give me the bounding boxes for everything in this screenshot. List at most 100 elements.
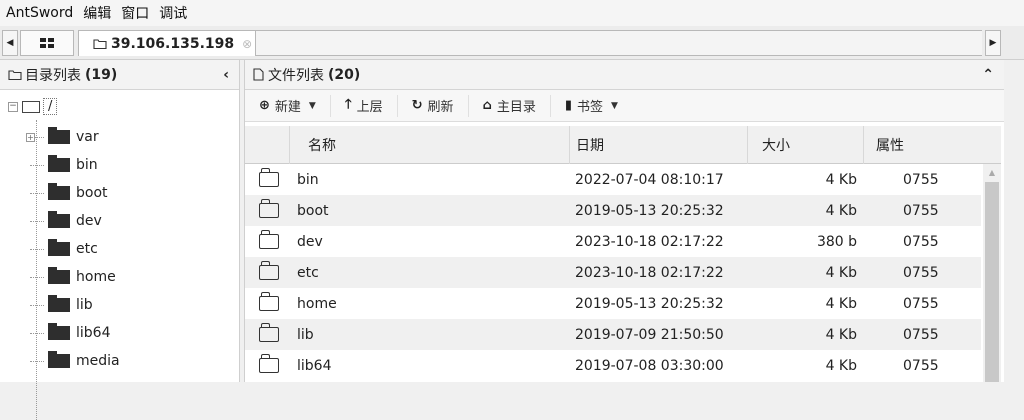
folder-icon [48, 127, 70, 144]
tree-item-bin[interactable]: bin [30, 151, 98, 179]
plus-circle-icon: ⊕ [259, 98, 270, 113]
tree-item-label: home [76, 269, 116, 285]
table-row[interactable]: lib64 2019-07-08 03:30:00 4 Kb 0755 [245, 350, 981, 381]
file-name: dev [297, 233, 323, 250]
column-name[interactable]: 名称 [289, 126, 569, 164]
file-date: 2019-05-13 20:25:32 [575, 295, 724, 312]
tree-item-etc[interactable]: etc [30, 235, 98, 263]
folder-icon [48, 295, 70, 312]
tree-item-media[interactable]: media [30, 347, 120, 375]
window-edge [1004, 60, 1024, 382]
tab-home[interactable] [20, 30, 74, 56]
folder-outline-icon [259, 323, 279, 342]
menu-bar: AntSword 编辑 窗口 调试 [0, 0, 1024, 26]
expand-icon[interactable]: + [26, 132, 35, 142]
table-row[interactable]: dev 2023-10-18 02:17:22 380 b 0755 [245, 226, 981, 257]
tree-item-var[interactable]: + var [26, 123, 99, 151]
file-grid-header: 名称 日期 大小 属性 [245, 126, 1001, 164]
tab-scroll-right-icon[interactable]: ▶ [985, 30, 1001, 56]
tree-item-label: var [76, 129, 99, 145]
tree-item-label: dev [76, 213, 102, 229]
tab-strip [256, 30, 982, 56]
refresh-button[interactable]: ↻ 刷新 [398, 94, 469, 117]
folder-icon [48, 351, 70, 368]
folder-outline-icon [93, 39, 107, 49]
house-icon: ⌂ [482, 98, 492, 113]
caret-down-icon: ▼ [611, 100, 618, 111]
file-size: 4 Kb [825, 171, 857, 188]
tab-server[interactable]: 39.106.135.198 ⊗ [78, 30, 256, 56]
menu-window[interactable]: 窗口 [121, 3, 149, 23]
file-size: 4 Kb [825, 357, 857, 374]
tree-item-lib[interactable]: lib [30, 291, 93, 319]
tree-item-label: boot [76, 185, 108, 201]
menu-edit[interactable]: 编辑 [83, 3, 111, 23]
bookmarks-button-label: 书签 [577, 100, 604, 115]
tab-close-icon[interactable]: ⊗ [242, 37, 252, 51]
tab-scroll-left-icon[interactable]: ◀ [2, 30, 18, 56]
collapse-left-icon[interactable]: ‹ [223, 67, 229, 83]
file-date: 2019-07-09 21:50:50 [575, 326, 724, 343]
tree-item-label: lib [76, 297, 93, 313]
file-attr: 0755 [903, 326, 939, 343]
tree-item-home[interactable]: home [30, 263, 116, 291]
menu-debug[interactable]: 调试 [159, 3, 187, 23]
folder-icon [48, 211, 70, 228]
file-attr: 0755 [903, 264, 939, 281]
scrollbar-thumb[interactable] [985, 182, 999, 382]
file-count: (20) [328, 66, 361, 83]
file-panel-title: 文件列表 [268, 67, 324, 84]
file-name: home [297, 295, 337, 312]
table-row[interactable]: lib 2019-07-09 21:50:50 4 Kb 0755 [245, 319, 981, 350]
file-icon [253, 68, 264, 81]
file-grid-scrollbar[interactable]: ▲ [983, 164, 1001, 382]
file-panel: 文件列表 (20) ⌃ ⊕ 新建 ▼ 🡑 上层 ↻ 刷新 ⌂ 主目录 ▮ 书签 … [244, 60, 1004, 382]
tree-item-boot[interactable]: boot [30, 179, 108, 207]
new-button-label: 新建 [274, 100, 301, 115]
file-name: lib64 [297, 357, 332, 374]
file-size: 4 Kb [825, 264, 857, 281]
directory-panel-title: 目录列表 [25, 67, 81, 84]
table-row[interactable]: bin 2022-07-04 08:10:17 4 Kb 0755 [245, 164, 981, 195]
column-size[interactable]: 大小 [747, 126, 863, 164]
file-size: 380 b [816, 233, 857, 250]
folder-icon [48, 183, 70, 200]
directory-count: (19) [85, 66, 118, 83]
file-attr: 0755 [903, 295, 939, 312]
tree-root-label[interactable]: / [43, 98, 58, 115]
file-attr: 0755 [903, 357, 939, 374]
menu-antsword[interactable]: AntSword [6, 5, 73, 21]
tree-item-dev[interactable]: dev [30, 207, 102, 235]
up-button[interactable]: 🡑 上层 [331, 94, 398, 117]
file-panel-header: 文件列表 (20) ⌃ [245, 60, 1004, 90]
collapse-up-icon[interactable]: ⌃ [982, 67, 994, 83]
file-date: 2019-07-08 03:30:00 [575, 357, 724, 374]
file-name: etc [297, 264, 319, 281]
new-button[interactable]: ⊕ 新建 ▼ [257, 94, 331, 117]
folder-icon [48, 323, 70, 340]
folder-outline-icon [259, 168, 279, 187]
folder-outline-icon [8, 70, 22, 80]
collapse-icon[interactable]: − [8, 101, 18, 112]
table-row[interactable]: boot 2019-05-13 20:25:32 4 Kb 0755 [245, 195, 981, 226]
bookmarks-button[interactable]: ▮ 书签 ▼ [551, 95, 632, 117]
caret-down-icon: ▼ [308, 100, 316, 111]
directory-panel-header: 目录列表 (19) ‹ [0, 60, 239, 90]
file-date: 2023-10-18 02:17:22 [575, 264, 724, 281]
bookmark-icon: ▮ [564, 98, 573, 113]
tree-item-lib64[interactable]: lib64 [30, 319, 110, 347]
scroll-up-icon[interactable]: ▲ [983, 164, 1001, 180]
column-date[interactable]: 日期 [569, 126, 747, 164]
home-dir-button[interactable]: ⌂ 主目录 [469, 94, 551, 117]
tab-server-label: 39.106.135.198 [111, 35, 235, 52]
directory-panel: 目录列表 (19) ‹ − / + var bin boot dev etc h… [0, 60, 240, 420]
table-row[interactable]: home 2019-05-13 20:25:32 4 Kb 0755 [245, 288, 981, 319]
file-date: 2022-07-04 08:10:17 [575, 171, 724, 188]
folder-outline-icon [259, 199, 279, 218]
table-row[interactable]: etc 2023-10-18 02:17:22 4 Kb 0755 [245, 257, 981, 288]
folder-icon [48, 267, 70, 284]
column-attr[interactable]: 属性 [863, 126, 979, 164]
folder-outline-icon [259, 354, 279, 373]
file-attr: 0755 [903, 171, 939, 188]
tree-root[interactable]: − / [8, 98, 58, 115]
